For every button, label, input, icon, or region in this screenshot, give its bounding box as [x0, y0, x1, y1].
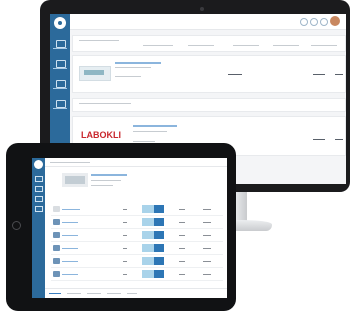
monitor-camera: [200, 7, 204, 11]
app-logo-icon[interactable]: [34, 160, 43, 169]
footer-tab[interactable]: [127, 293, 137, 294]
notification-icon[interactable]: [300, 18, 308, 26]
tablet-screen: [32, 158, 227, 298]
nav-reports-icon[interactable]: [56, 100, 66, 108]
breadcrumb: [50, 162, 90, 163]
footer-tab[interactable]: [67, 293, 81, 294]
nav-cart-icon[interactable]: [35, 196, 43, 202]
nav-products-label: [53, 68, 67, 69]
footer-tab[interactable]: [87, 293, 101, 294]
nav-orders-icon[interactable]: [56, 40, 66, 48]
tablet-topbar: [45, 158, 227, 167]
footer-tab[interactable]: [107, 293, 121, 294]
settings-icon[interactable]: [310, 18, 318, 26]
table-row[interactable]: [51, 256, 223, 268]
table-row[interactable]: [51, 269, 223, 281]
nav-orders-icon[interactable]: [35, 176, 43, 182]
order-line-item[interactable]: [72, 55, 346, 93]
table-row[interactable]: [51, 217, 223, 229]
user-avatar[interactable]: [330, 16, 340, 26]
product-image: [62, 173, 88, 187]
app-logo-icon[interactable]: [54, 17, 66, 29]
tablet-footer-tabs: [45, 288, 227, 298]
nav-reports-label: [53, 108, 67, 109]
nav-products-icon[interactable]: [56, 60, 66, 68]
table-row[interactable]: [51, 243, 223, 255]
product-subtitle: [91, 180, 121, 181]
order-header-row: [72, 98, 346, 112]
table-row[interactable]: [51, 204, 223, 216]
nav-reports-icon[interactable]: [35, 206, 43, 212]
nav-orders-label: [53, 48, 67, 49]
help-icon[interactable]: [320, 18, 328, 26]
brand-logo-laboklin: LABOKLI: [81, 130, 121, 140]
nav-cart-icon[interactable]: [56, 80, 66, 88]
product-title: [91, 174, 127, 176]
order-header-row: [72, 35, 346, 52]
nav-cart-label: [53, 88, 67, 89]
tablet-sidebar: [32, 158, 45, 298]
desktop-topbar: [70, 14, 346, 30]
footer-tab[interactable]: [49, 293, 61, 294]
product-thumbnail[interactable]: [79, 66, 111, 81]
nav-products-icon[interactable]: [35, 186, 43, 192]
product-meta: [91, 185, 113, 186]
table-row[interactable]: [51, 230, 223, 242]
tablet-home-button[interactable]: [12, 221, 21, 230]
